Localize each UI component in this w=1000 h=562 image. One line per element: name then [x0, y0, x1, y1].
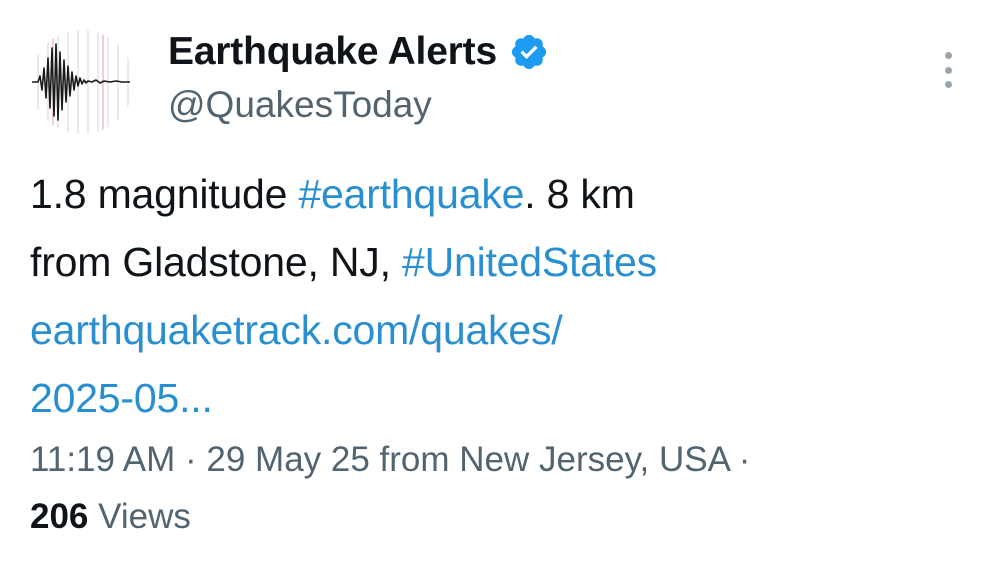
- tweet-card: Earthquake Alerts @QuakesToday 1.8 magni…: [0, 0, 1000, 562]
- author-handle[interactable]: @QuakesToday: [168, 82, 432, 128]
- verified-badge-icon: [509, 32, 549, 72]
- more-dot: [944, 66, 952, 74]
- views-line[interactable]: 206 Views: [30, 494, 191, 540]
- url-link-part1[interactable]: earthquaketrack.com/quakes/: [30, 307, 563, 353]
- tweet-location: from New Jersey, USA: [369, 440, 729, 479]
- hashtag-unitedstates-link[interactable]: #UnitedStates: [402, 239, 657, 285]
- avatar[interactable]: [30, 30, 134, 134]
- tweet-text-segment: . 8 km: [524, 171, 635, 217]
- display-name[interactable]: Earthquake Alerts: [168, 28, 497, 76]
- tweet-time[interactable]: 11:19 AM: [30, 440, 175, 479]
- views-count: 206: [30, 497, 89, 536]
- more-dot: [944, 81, 952, 88]
- more-vertical-icon[interactable]: [930, 48, 966, 92]
- author-name-row: Earthquake Alerts: [168, 28, 549, 76]
- seismograph-icon: [30, 30, 134, 134]
- tweet-line-1: 1.8 magnitude #earthquake. 8 km: [30, 160, 910, 228]
- views-label: Views: [88, 497, 191, 536]
- meta-separator: ·: [729, 440, 751, 479]
- tweet-line-2: from Gladstone, NJ, #UnitedStates: [30, 228, 910, 296]
- more-dot: [944, 52, 952, 59]
- tweet-line-3: earthquaketrack.com/quakes/: [30, 296, 910, 364]
- tweet-meta: 11:19 AM · 29 May 25 from New Jersey, US…: [30, 434, 750, 486]
- url-link-part2[interactable]: 2025-05...: [30, 375, 213, 421]
- tweet-line-4: 2025-05...: [30, 364, 910, 432]
- tweet-date[interactable]: 29 May 25: [206, 440, 369, 479]
- tweet-text-segment: 1.8 magnitude: [30, 171, 299, 217]
- tweet-text: 1.8 magnitude #earthquake. 8 km from Gla…: [30, 160, 910, 432]
- hashtag-earthquake-link[interactable]: #earthquake: [298, 171, 524, 217]
- meta-separator: ·: [175, 440, 207, 479]
- tweet-text-segment: from Gladstone, NJ,: [30, 239, 402, 285]
